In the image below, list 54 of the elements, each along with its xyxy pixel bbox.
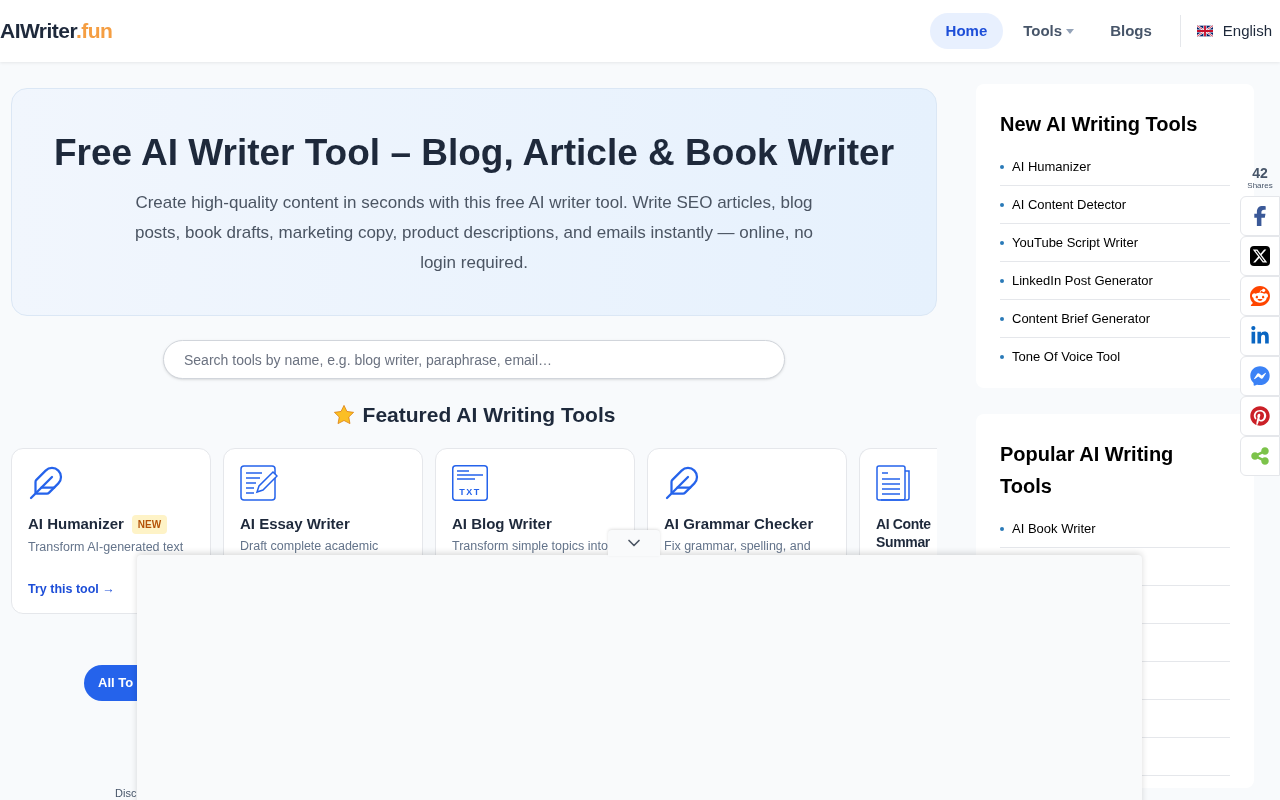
tool-title: AI Essay Writer xyxy=(240,514,350,533)
disclaimer-text: Disc xyxy=(114,786,138,800)
share-label: Shares xyxy=(1247,180,1273,192)
nav-link[interactable]: Blogs xyxy=(1094,13,1168,49)
language-selector[interactable]: English xyxy=(1180,19,1280,43)
sidebar-link[interactable]: YouTube Script Writer xyxy=(1012,232,1138,253)
bullet-icon xyxy=(1000,316,1004,321)
reddit-icon xyxy=(1250,286,1270,306)
search-field[interactable]: Search tools by name, e.g. blog writer, paraphrase, email… xyxy=(163,340,785,379)
x-icon xyxy=(1250,246,1270,266)
sidebar-link[interactable]: Tone Of Voice Tool xyxy=(1012,347,1121,367)
tool-description: Draft complete academic xyxy=(240,537,380,555)
sidebar-link[interactable]: AI Book Writer xyxy=(1012,518,1096,539)
nav-link[interactable]: Tools xyxy=(1007,13,1091,49)
share-count: 42 xyxy=(1252,166,1268,180)
star-icon xyxy=(332,403,355,426)
sidebar-link[interactable]: AI Content Detector xyxy=(1012,194,1127,215)
section-title: Featured AI Writing Tools xyxy=(362,402,616,428)
bullet-icon xyxy=(1000,526,1004,531)
pinterest-icon xyxy=(1250,406,1270,426)
tool-title: AI Blog Writer xyxy=(452,514,552,533)
bullet-icon xyxy=(1000,202,1004,207)
bullet-icon xyxy=(1000,278,1004,283)
messenger-icon xyxy=(1250,366,1270,386)
logo[interactable]: AIWriter.fun xyxy=(0,15,113,47)
sidebar-title: New AI Writing Tools xyxy=(1000,112,1199,137)
hero-title: Free AI Writer Tool – Blog, Article & Book Writer xyxy=(53,131,895,175)
sidebar-link[interactable]: Content Brief Generator xyxy=(1012,308,1151,329)
text-file-icon: TXT xyxy=(452,464,488,501)
nav-link[interactable]: Home xyxy=(929,13,1004,49)
caret-icon xyxy=(1066,28,1075,34)
feather-icon xyxy=(664,464,700,501)
tool-title: AI Conte Summar xyxy=(876,514,932,551)
document-icon xyxy=(876,464,912,501)
bullet-icon xyxy=(1000,164,1004,169)
linkedin-icon xyxy=(1250,326,1270,346)
tool-description: Transform simple topics into xyxy=(452,537,609,555)
tool-description: Fix grammar, spelling, and xyxy=(664,537,812,555)
tool-title: AI Humanizer xyxy=(28,515,124,533)
sidebar-title: Popular AI Writing Tools xyxy=(1000,442,1175,499)
bullet-icon xyxy=(1000,240,1004,245)
tool-title: AI Grammar Checker xyxy=(664,514,814,533)
bullet-icon xyxy=(1000,355,1004,359)
sidebar-link[interactable]: LinkedIn Post Generator xyxy=(1012,270,1153,291)
flag-icon xyxy=(1196,25,1213,37)
share-button[interactable] xyxy=(1240,236,1280,276)
tool-description: Transform AI-generated text xyxy=(28,538,185,556)
document-pencil-icon xyxy=(240,464,278,501)
share-button[interactable] xyxy=(1240,196,1280,236)
sidebar-link[interactable]: AI Humanizer xyxy=(1012,156,1091,177)
feather-icon xyxy=(28,464,64,501)
share-icon xyxy=(1250,446,1270,466)
hero-subtitle: Create high-quality content in seconds with this free AI writer tool. Write SEO articles, blog posts, book drafts, marketing copy, product descriptions, and emails instantly — online, no login required. xyxy=(133,192,815,275)
new-badge: NEW xyxy=(131,514,168,534)
